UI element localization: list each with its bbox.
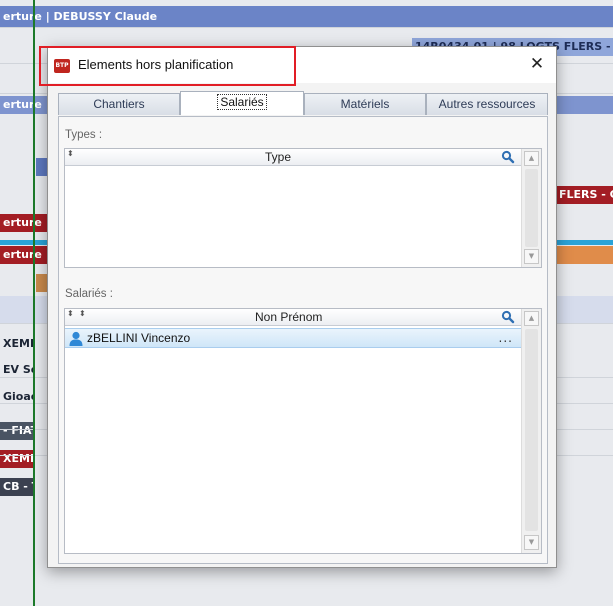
scroll-track[interactable] — [525, 329, 538, 531]
tab-materiels[interactable]: Matériels — [304, 93, 426, 115]
types-label: Types : — [65, 129, 103, 141]
scroll-up-button[interactable]: ▲ — [524, 151, 539, 166]
column-header-type[interactable]: Type — [265, 149, 291, 166]
tab-chantiers[interactable]: Chantiers — [58, 93, 180, 115]
planning-bar-red-2[interactable]: erture — [0, 246, 47, 264]
salaries-label: Salariés : — [65, 288, 113, 300]
salaries-grid: ⬍ ⬍ Non Prénom zBELLINI Vincenzo ... ▲ ▼ — [64, 308, 542, 554]
table-row[interactable]: zBELLINI Vincenzo ... — [65, 328, 521, 348]
tab-label: Matériels — [340, 97, 390, 111]
planning-bar-orange[interactable] — [556, 246, 613, 264]
sort-icon[interactable]: ⬍ — [67, 150, 74, 158]
search-icon[interactable] — [501, 150, 515, 164]
scroll-up-button[interactable]: ▲ — [524, 311, 539, 326]
person-icon — [69, 331, 83, 346]
types-grid: ⬍ Type ▲ ▼ — [64, 148, 542, 268]
dialog-title: Elements hors planification — [78, 57, 234, 72]
scroll-down-button[interactable]: ▼ — [524, 535, 539, 550]
sort-icon[interactable]: ⬍ — [79, 310, 86, 318]
salaries-grid-header: ⬍ ⬍ Non Prénom — [65, 309, 521, 326]
scroll-track[interactable] — [525, 169, 538, 247]
planning-label-a[interactable]: XEMPLI — [0, 335, 35, 353]
app-logo-icon: BTP — [54, 59, 70, 73]
search-icon[interactable] — [501, 310, 515, 324]
column-header-nom-prenom[interactable]: Non Prénom — [255, 309, 322, 326]
tab-label: Chantiers — [93, 97, 145, 111]
close-button[interactable]: ✕ — [526, 53, 548, 75]
elements-hors-planification-dialog: BTP Elements hors planification ✕ Chanti… — [47, 46, 557, 568]
tab-panel-salaries: Types : ⬍ Type ▲ ▼ Salariés : ⬍ ⬍ Non Pr… — [58, 116, 548, 564]
tab-label: Salariés — [217, 94, 267, 110]
scroll-down-button[interactable]: ▼ — [524, 249, 539, 264]
today-marker-line — [33, 0, 35, 606]
sort-icon[interactable]: ⬍ — [67, 310, 74, 318]
tab-autres-ressources[interactable]: Autres ressources — [426, 93, 548, 115]
salaries-scrollbar[interactable]: ▲ ▼ — [521, 309, 541, 553]
tab-bar: Chantiers Salariés Matériels Autres ress… — [58, 91, 548, 115]
row-more-button[interactable]: ... — [499, 331, 513, 345]
dialog-titlebar[interactable]: BTP Elements hors planification ✕ — [48, 47, 556, 83]
planning-bar-red-1[interactable]: erture — [0, 214, 47, 232]
planning-bar-top[interactable]: erture | DEBUSSY Claude — [0, 8, 613, 26]
types-scrollbar[interactable]: ▲ ▼ — [521, 149, 541, 267]
types-grid-header: ⬍ Type — [65, 149, 521, 166]
planning-label-f[interactable]: CB - TR — [0, 478, 35, 496]
tab-salaries[interactable]: Salariés — [180, 91, 304, 115]
employee-name: zBELLINI Vincenzo — [87, 331, 191, 345]
tab-label: Autres ressources — [438, 97, 536, 111]
planning-bar-flers-red[interactable]: FLERS - C — [556, 186, 613, 204]
